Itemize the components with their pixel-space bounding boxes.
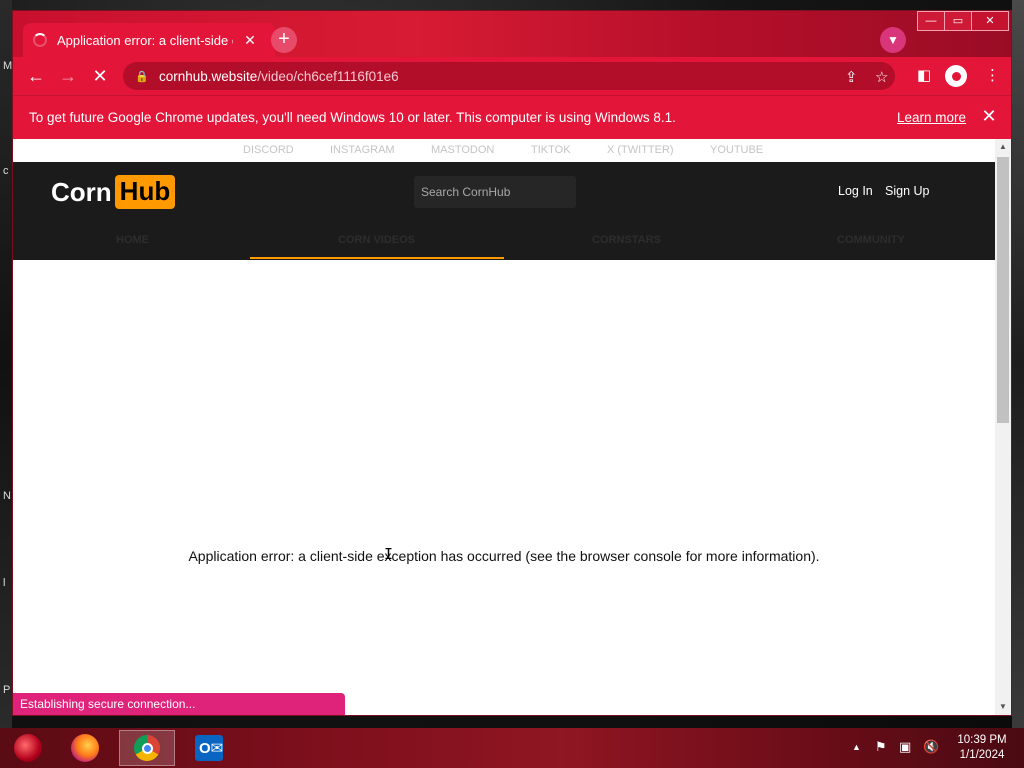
forward-arrow-icon[interactable]: →	[55, 63, 81, 89]
clock-date: 1/1/2024	[959, 749, 1005, 761]
active-nav-underline	[250, 257, 504, 259]
nav-community[interactable]: COMMUNITY	[837, 234, 905, 246]
start-orb-icon	[14, 734, 42, 762]
desktop-background-right	[1012, 0, 1024, 730]
tab-search-chevron-icon[interactable]: ▼	[880, 27, 906, 53]
nav-corn-videos[interactable]: CORN VIDEOS	[338, 234, 415, 246]
network-icon[interactable]: ▣	[899, 739, 911, 755]
browser-tab[interactable]: Application error: a client-side ex ✕	[23, 23, 275, 57]
site-header: CornHub Log In Sign Up HOME CORN VIDEOS …	[13, 162, 995, 260]
windows-taskbar: O ✉ ▲ ⚑ ▣ 🔇 10:39 PM 1/1/2024	[0, 728, 1024, 768]
profile-avatar-icon[interactable]	[945, 65, 967, 87]
start-button[interactable]	[0, 730, 56, 766]
new-tab-button[interactable]: +	[271, 27, 297, 53]
infobar-close-icon[interactable]: ✕	[979, 106, 999, 127]
social-link-discord[interactable]: DISCORD	[243, 144, 294, 156]
infobar-message: To get future Google Chrome updates, you…	[29, 110, 676, 125]
site-search-input[interactable]	[414, 176, 576, 208]
logo-text-corn: Corn	[51, 176, 112, 207]
social-links-bar: DISCORD INSTAGRAM MASTODON TIKTOK X (TWI…	[13, 139, 995, 162]
social-link-mastodon[interactable]: MASTODON	[431, 144, 494, 156]
taskbar-outlook[interactable]: O ✉	[181, 730, 237, 766]
nav-cornstars[interactable]: CORNSTARS	[592, 234, 661, 246]
logo-text-hub: Hub	[114, 175, 176, 209]
chrome-window: Application error: a client-side ex ✕ + …	[12, 10, 1012, 716]
login-link[interactable]: Log In	[838, 184, 873, 198]
back-arrow-icon[interactable]: ←	[23, 63, 49, 89]
taskbar-clock[interactable]: 10:39 PM 1/1/2024	[952, 733, 1012, 763]
title-bar: Application error: a client-side ex ✕ + …	[13, 11, 1011, 57]
tray-overflow-icon[interactable]: ▲	[852, 742, 861, 752]
lock-icon[interactable]: 🔒	[135, 70, 149, 83]
update-infobar: To get future Google Chrome updates, you…	[13, 95, 1011, 139]
text-cursor-icon: I	[384, 545, 394, 563]
address-bar[interactable]: 🔒 cornhub.website/video/ch6cef1116f01e6 …	[123, 62, 895, 90]
action-center-icon[interactable]: ⚑	[875, 739, 887, 755]
status-bubble: Establishing secure connection...	[13, 693, 345, 715]
chrome-icon	[134, 735, 160, 761]
social-link-tiktok[interactable]: TIKTOK	[531, 144, 571, 156]
browser-toolbar: ← → ✕ 🔒 cornhub.website/video/ch6cef1116…	[13, 57, 1011, 95]
bookmark-star-icon[interactable]: ☆	[875, 68, 888, 86]
maximize-button[interactable]: ▭	[944, 11, 972, 31]
page-scrollbar[interactable]: ▲ ▼	[995, 139, 1011, 715]
desktop-icon-label-fragment: l	[3, 577, 6, 589]
application-error-message: Application error: a client-side excepti…	[188, 548, 820, 564]
stop-loading-icon[interactable]: ✕	[87, 63, 113, 89]
desktop-icon-label-fragment: P	[3, 684, 11, 696]
url-path: /video/ch6cef1116f01e6	[257, 68, 399, 84]
url-host: cornhub.website	[159, 68, 258, 84]
scroll-thumb[interactable]	[997, 157, 1009, 423]
site-logo[interactable]: Corn Hub	[51, 175, 176, 209]
volume-muted-icon[interactable]: 🔇	[923, 739, 939, 755]
page-viewport: DISCORD INSTAGRAM MASTODON TIKTOK X (TWI…	[13, 139, 995, 715]
loading-spinner-icon	[33, 33, 47, 47]
share-icon[interactable]: ⇪	[845, 68, 858, 86]
social-link-x[interactable]: X (TWITTER)	[607, 144, 674, 156]
taskbar-chrome[interactable]	[119, 730, 175, 766]
tab-title: Application error: a client-side ex	[57, 32, 233, 48]
scroll-up-arrow-icon[interactable]: ▲	[999, 142, 1007, 151]
scroll-down-arrow-icon[interactable]: ▼	[999, 702, 1007, 711]
outlook-icon: O ✉	[195, 735, 223, 761]
desktop-background-left: M c N l P	[0, 0, 12, 730]
firefox-icon	[71, 734, 99, 762]
desktop-icon-label-fragment: c	[3, 165, 9, 177]
social-link-youtube[interactable]: YOUTUBE	[710, 144, 763, 156]
desktop-icon-label-fragment: M	[3, 60, 13, 72]
social-link-instagram[interactable]: INSTAGRAM	[330, 144, 395, 156]
desktop-icon-label-fragment: N	[3, 490, 11, 502]
side-panel-icon[interactable]: ◧	[917, 66, 931, 84]
tab-close-icon[interactable]: ✕	[241, 32, 259, 49]
signup-link[interactable]: Sign Up	[885, 184, 929, 198]
learn-more-link[interactable]: Learn more	[897, 110, 966, 125]
menu-kebab-icon[interactable]: ⋮	[985, 66, 1000, 84]
taskbar-firefox[interactable]	[57, 730, 113, 766]
minimize-button[interactable]: —	[917, 11, 945, 31]
nav-home[interactable]: HOME	[116, 234, 149, 246]
close-window-button[interactable]: ✕	[971, 11, 1009, 31]
clock-time: 10:39 PM	[957, 734, 1007, 746]
